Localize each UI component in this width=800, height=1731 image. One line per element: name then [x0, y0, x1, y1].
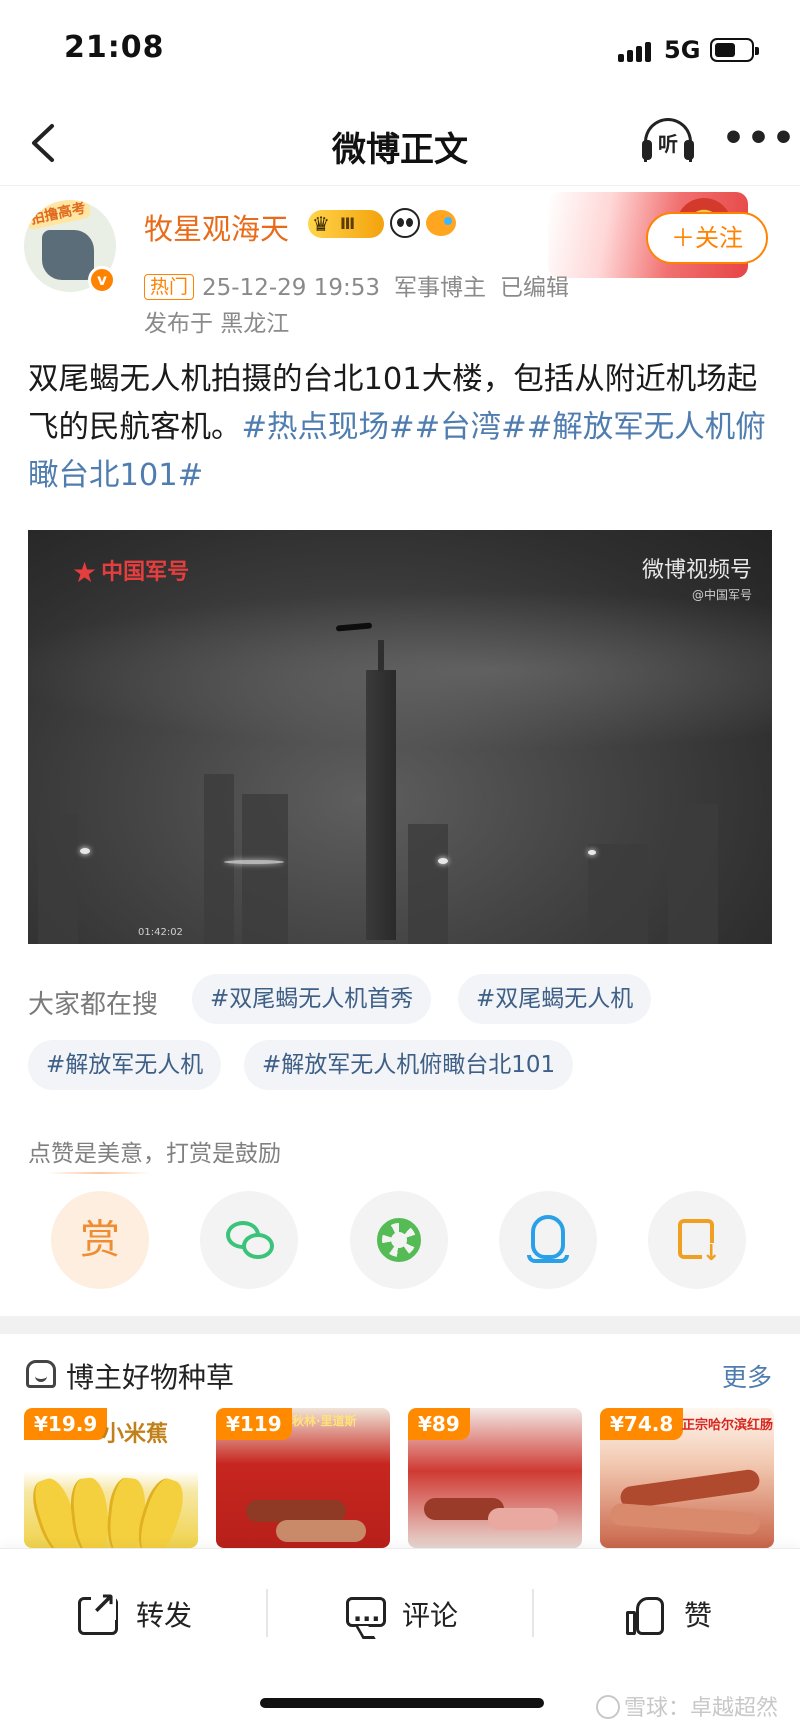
- comment-icon: [346, 1594, 386, 1644]
- video-player[interactable]: ★ 中国军号 微博视频号 @中国军号 01:42:02: [28, 530, 772, 944]
- vip-badge[interactable]: ♛ Ⅲ: [308, 210, 384, 238]
- follow-button[interactable]: ＋关注: [646, 212, 768, 264]
- search-chip[interactable]: #解放军无人机: [28, 1040, 222, 1090]
- network-label: 5G: [664, 36, 701, 64]
- product-label: 秋林·里道斯: [292, 1414, 357, 1428]
- moments-share-icon[interactable]: [350, 1191, 448, 1289]
- vip-level: Ⅲ: [340, 214, 356, 233]
- product-price: ¥19.9: [24, 1408, 108, 1440]
- nav-bar: 微博正文 听 •••: [0, 100, 800, 186]
- verified-badge-icon: v: [88, 266, 116, 294]
- like-button[interactable]: 赞: [626, 1591, 726, 1641]
- search-chip[interactable]: #解放军无人机俯瞰台北101: [244, 1040, 574, 1090]
- listen-label: 听: [658, 132, 678, 156]
- crown-icon: ♛: [312, 212, 330, 236]
- product-price: ¥119: [216, 1408, 292, 1440]
- like-label: 赞: [684, 1599, 713, 1632]
- product-card[interactable]: ¥19.9 小米蕉: [24, 1408, 198, 1548]
- author-header: ★ 拍撸高考 v 牧星观海天 ♛Ⅲ ＋关注 热门25-12-29 19:53军事…: [0, 186, 800, 346]
- tip-underline: [48, 1172, 150, 1174]
- star-icon: ★: [72, 556, 98, 589]
- listen-button[interactable]: 听: [640, 116, 696, 168]
- search-chip[interactable]: #双尾蝎无人机: [458, 974, 652, 1024]
- comment-label: 评论: [402, 1599, 459, 1632]
- avatar-tag: 拍撸高考: [24, 200, 92, 231]
- trending-label: 大家都在搜: [28, 990, 159, 1020]
- battery-icon: [710, 38, 759, 62]
- wechat-share-icon[interactable]: [200, 1191, 298, 1289]
- author-role: 军事博主: [394, 275, 487, 301]
- post-meta: 热门 25-12-29 19:53 军事博主 已编辑: [144, 268, 569, 302]
- tip-text: 点赞是美意，打赏是鼓励: [28, 1141, 281, 1167]
- search-chip[interactable]: #双尾蝎无人机首秀: [192, 974, 432, 1024]
- product-label: 小米蕉: [102, 1422, 169, 1447]
- edited-label[interactable]: 已编辑: [500, 275, 569, 301]
- signal-icon: [618, 40, 658, 62]
- post-text: 双尾蝎无人机拍摄的台北101大楼，包括从附近机场起飞的民航客机。#热点现场##台…: [28, 356, 774, 500]
- product-price: ¥74.8: [600, 1408, 684, 1440]
- video-timecode: 01:42:02: [138, 927, 183, 938]
- forward-label: 转发: [136, 1599, 193, 1632]
- hot-badge: 热门: [144, 274, 195, 300]
- more-icon[interactable]: •••: [722, 121, 795, 164]
- product-label: 正宗哈尔滨红肠: [682, 1418, 774, 1433]
- post-location: 发布于 黑龙江: [144, 311, 290, 337]
- save-image-icon[interactable]: ↓: [648, 1191, 746, 1289]
- video-watermark-left: ★ 中国军号: [72, 556, 190, 589]
- section-divider: [0, 1316, 800, 1334]
- product-card[interactable]: ¥74.8 正宗哈尔滨红肠: [600, 1408, 774, 1548]
- topic-link[interactable]: #热点现场#: [242, 410, 415, 445]
- home-indicator[interactable]: [260, 1698, 544, 1708]
- xueqiu-watermark: 雪球：卓越超然: [595, 1690, 778, 1722]
- goods-section-title: 博主好物种草: [66, 1361, 235, 1394]
- reward-button[interactable]: 赏: [51, 1191, 149, 1289]
- product-card[interactable]: ¥119 秋林·里道斯: [216, 1408, 390, 1548]
- product-card[interactable]: ¥89: [408, 1408, 582, 1548]
- tower-silhouette: [366, 640, 396, 940]
- product-price: ¥89: [408, 1408, 470, 1440]
- status-time: 21:08: [64, 30, 165, 65]
- topic-link[interactable]: #台湾#: [415, 410, 527, 445]
- like-icon: [626, 1597, 666, 1635]
- fish-icon[interactable]: [426, 210, 456, 236]
- status-bar: 21:08 5G: [0, 0, 800, 100]
- forward-icon: [78, 1590, 118, 1635]
- comment-button[interactable]: 评论: [346, 1591, 466, 1644]
- forward-button[interactable]: 转发: [78, 1590, 198, 1641]
- xueqiu-logo-icon: [595, 1695, 620, 1719]
- author-name[interactable]: 牧星观海天: [144, 206, 289, 248]
- post-time: 25-12-29 19:53: [202, 275, 381, 301]
- video-watermark-right: 微博视频号 @中国军号: [641, 558, 752, 602]
- panda-icon[interactable]: [390, 208, 420, 238]
- goods-more-link[interactable]: 更多: [722, 1358, 772, 1394]
- shop-icon: [26, 1360, 56, 1388]
- qq-share-icon[interactable]: [499, 1191, 597, 1289]
